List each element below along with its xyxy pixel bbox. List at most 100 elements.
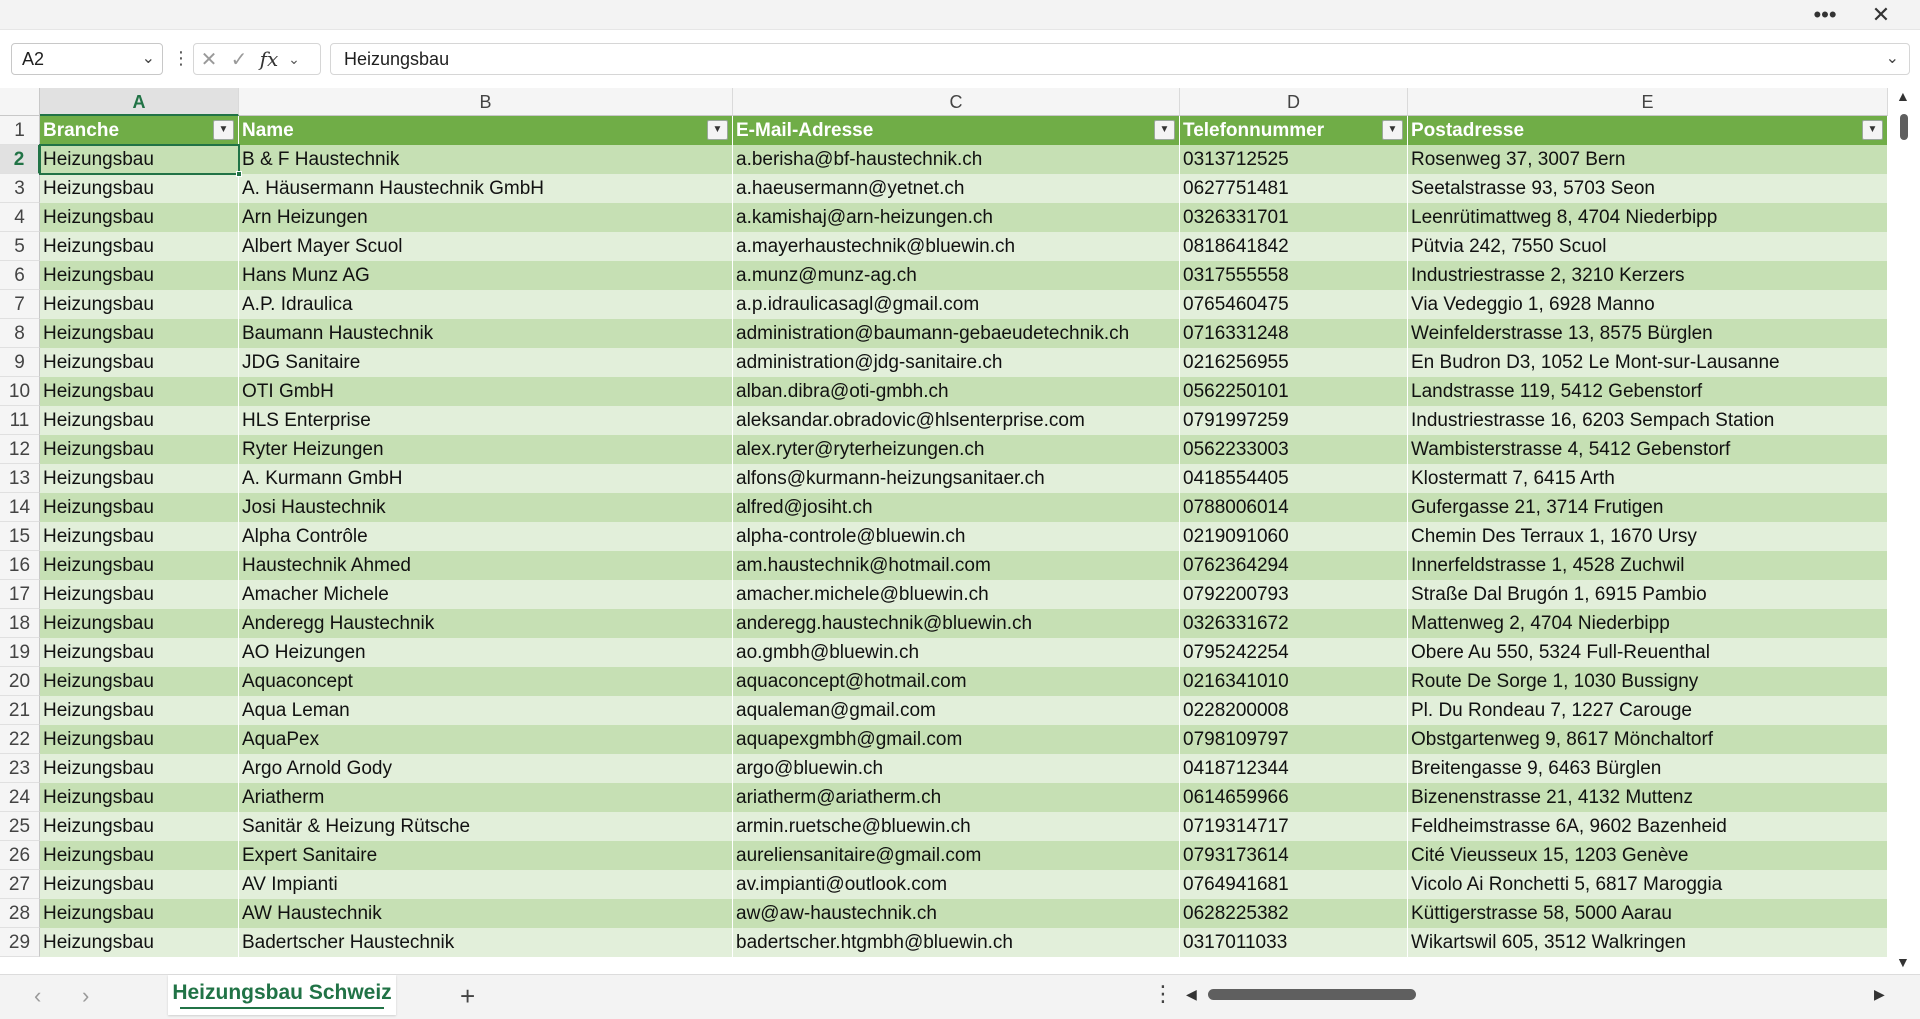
row-number[interactable]: 14 [0,493,40,522]
table-cell-d[interactable]: 0818641842 [1180,232,1408,261]
table-cell-c[interactable]: aqualeman@gmail.com [733,696,1180,725]
table-cell-d[interactable]: 0216341010 [1180,667,1408,696]
row-number[interactable]: 10 [0,377,40,406]
row-number[interactable]: 1 [0,116,40,145]
table-cell-d[interactable]: 0764941681 [1180,870,1408,899]
table-cell-d[interactable]: 0326331701 [1180,203,1408,232]
table-cell-a[interactable]: Heizungsbau [40,754,239,783]
row-number[interactable]: 2 [0,145,40,174]
vertical-scrollbar[interactable]: ▲ ▼ [1888,88,1920,974]
table-cell-a[interactable]: Heizungsbau [40,899,239,928]
column-header-a[interactable]: A [40,88,239,116]
table-cell-e[interactable]: Straße Dal Brugón 1, 6915 Pambio [1408,580,1888,609]
table-cell-e[interactable]: Gufergasse 21, 3714 Frutigen [1408,493,1888,522]
table-header-cell[interactable]: Branche [40,116,239,145]
table-cell-a[interactable]: Heizungsbau [40,174,239,203]
table-cell-a[interactable]: Heizungsbau [40,290,239,319]
table-cell-e[interactable]: Pütvia 242, 7550 Scuol [1408,232,1888,261]
table-cell-e[interactable]: Feldheimstrasse 6A, 9602 Bazenheid [1408,812,1888,841]
table-cell-c[interactable]: a.p.idraulicasagl@gmail.com [733,290,1180,319]
table-cell-c[interactable]: am.haustechnik@hotmail.com [733,551,1180,580]
table-cell-d[interactable]: 0792200793 [1180,580,1408,609]
table-cell-a[interactable]: Heizungsbau [40,261,239,290]
table-cell-b[interactable]: A.P. Idraulica [239,290,733,319]
table-cell-c[interactable]: alfred@josiht.ch [733,493,1180,522]
table-cell-b[interactable]: Alpha Contrôle [239,522,733,551]
table-cell-c[interactable]: aw@aw-haustechnik.ch [733,899,1180,928]
row-number[interactable]: 9 [0,348,40,377]
table-cell-d[interactable]: 0798109797 [1180,725,1408,754]
filter-dropdown-icon[interactable]: ▼ [707,120,728,140]
row-number[interactable]: 8 [0,319,40,348]
table-cell-e[interactable]: Cité Vieusseux 15, 1203 Genève [1408,841,1888,870]
filter-dropdown-icon[interactable]: ▼ [1862,120,1883,140]
table-cell-c[interactable]: aleksandar.obradovic@hlsenterprise.com [733,406,1180,435]
table-cell-b[interactable]: AO Heizungen [239,638,733,667]
table-cell-d[interactable]: 0562250101 [1180,377,1408,406]
table-cell-c[interactable]: administration@jdg-sanitaire.ch [733,348,1180,377]
table-cell-e[interactable]: Küttigerstrasse 58, 5000 Aarau [1408,899,1888,928]
table-cell-a[interactable]: Heizungsbau [40,493,239,522]
table-cell-d[interactable]: 0562233003 [1180,435,1408,464]
check-icon[interactable]: ✓ [224,47,254,72]
scroll-up-icon[interactable]: ▲ [1896,88,1910,104]
select-all-corner[interactable] [0,88,40,116]
table-cell-c[interactable]: aureliensanitaire@gmail.com [733,841,1180,870]
formula-input[interactable]: Heizungsbau ⌄ [330,43,1910,75]
table-cell-c[interactable]: ao.gmbh@bluewin.ch [733,638,1180,667]
table-cell-d[interactable]: 0418554405 [1180,464,1408,493]
table-cell-a[interactable]: Heizungsbau [40,725,239,754]
table-cell-d[interactable]: 0627751481 [1180,174,1408,203]
table-cell-b[interactable]: HLS Enterprise [239,406,733,435]
table-header-cell[interactable]: Name [239,116,733,145]
table-cell-e[interactable]: Mattenweg 2, 4704 Niederbipp [1408,609,1888,638]
table-cell-d[interactable]: 0795242254 [1180,638,1408,667]
column-header-c[interactable]: C [733,88,1180,116]
table-cell-e[interactable]: Obere Au 550, 5324 Full-Reuenthal [1408,638,1888,667]
table-cell-b[interactable]: Josi Haustechnik [239,493,733,522]
table-cell-c[interactable]: administration@baumann-gebaeudetechnik.c… [733,319,1180,348]
table-header-cell[interactable]: Telefonnummer [1180,116,1408,145]
table-cell-a[interactable]: Heizungsbau [40,580,239,609]
table-header-cell[interactable]: Postadresse [1408,116,1888,145]
table-cell-c[interactable]: alfons@kurmann-heizungsanitaer.ch [733,464,1180,493]
table-cell-c[interactable]: av.impianti@outlook.com [733,870,1180,899]
table-cell-b[interactable]: Sanitär & Heizung Rütsche [239,812,733,841]
table-cell-d[interactable]: 0317555558 [1180,261,1408,290]
table-cell-e[interactable]: Leenrütimattweg 8, 4704 Niederbipp [1408,203,1888,232]
row-number[interactable]: 11 [0,406,40,435]
filter-dropdown-icon[interactable]: ▼ [213,120,234,140]
row-number[interactable]: 28 [0,899,40,928]
table-cell-e[interactable]: Seetalstrasse 93, 5703 Seon [1408,174,1888,203]
table-cell-c[interactable]: a.munz@munz-ag.ch [733,261,1180,290]
table-cell-e[interactable]: En Budron D3, 1052 Le Mont-sur-Lausanne [1408,348,1888,377]
filter-dropdown-icon[interactable]: ▼ [1154,120,1175,140]
table-cell-e[interactable]: Innerfeldstrasse 1, 4528 Zuchwil [1408,551,1888,580]
table-cell-d[interactable]: 0719314717 [1180,812,1408,841]
table-cell-a[interactable]: Heizungsbau [40,928,239,957]
table-cell-e[interactable]: Via Vedeggio 1, 6928 Manno [1408,290,1888,319]
table-cell-d[interactable]: 0228200008 [1180,696,1408,725]
next-sheet-icon[interactable]: › [82,983,89,1009]
table-cell-a[interactable]: Heizungsbau [40,551,239,580]
table-cell-a[interactable]: Heizungsbau [40,406,239,435]
table-cell-c[interactable]: argo@bluewin.ch [733,754,1180,783]
table-cell-b[interactable]: Ariatherm [239,783,733,812]
table-cell-e[interactable]: Chemin Des Terraux 1, 1670 Ursy [1408,522,1888,551]
row-number[interactable]: 7 [0,290,40,319]
table-cell-e[interactable]: Obstgartenweg 9, 8617 Mönchaltorf [1408,725,1888,754]
table-cell-c[interactable]: alban.dibra@oti-gmbh.ch [733,377,1180,406]
vertical-dots-icon[interactable]: ⋮ [172,48,190,69]
name-box[interactable]: A2 ⌄ [11,43,163,75]
table-cell-e[interactable]: Pl. Du Rondeau 7, 1227 Carouge [1408,696,1888,725]
row-number[interactable]: 25 [0,812,40,841]
row-number[interactable]: 19 [0,638,40,667]
column-header-b[interactable]: B [239,88,733,116]
table-cell-e[interactable]: Bizenenstrasse 21, 4132 Muttenz [1408,783,1888,812]
row-number[interactable]: 15 [0,522,40,551]
spreadsheet-grid[interactable]: A B C D E 1 Branche ▼ Name ▼ E-Mail-Adresse ▼ Telefo… [0,88,1888,974]
table-cell-e[interactable]: Landstrasse 119, 5412 Gebenstorf [1408,377,1888,406]
table-cell-d[interactable]: 0326331672 [1180,609,1408,638]
table-cell-b[interactable]: Badertscher Haustechnik [239,928,733,957]
chevron-down-icon[interactable]: ⌄ [142,48,155,68]
